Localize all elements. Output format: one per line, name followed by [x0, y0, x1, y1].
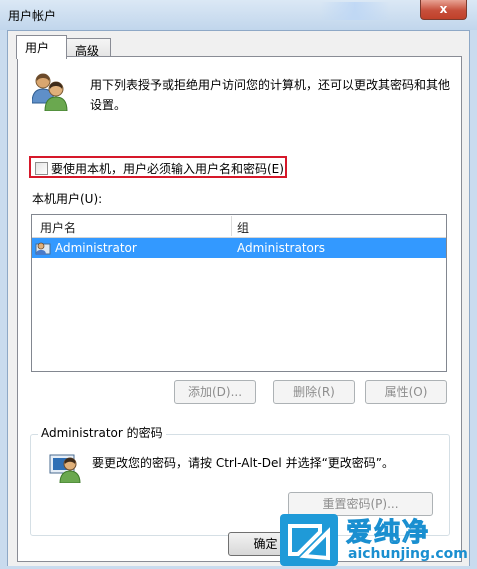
- user-icon: [35, 242, 51, 255]
- watermark-title: 爱纯净: [345, 518, 431, 549]
- window-title: 用户帐户: [8, 9, 57, 23]
- change-password-instructions: 要更改您的密码，请按 Ctrl-Alt-Del 并选择“更改密码”。: [92, 456, 395, 470]
- title-bar[interactable]: 用户帐户 x: [0, 0, 477, 30]
- description-line-1: 用下列表授予或拒绝用户访问您的计算机，还可以更改其密码和其他: [90, 78, 451, 92]
- local-users-list[interactable]: 用户名 组 Administrator Administrators: [31, 214, 447, 372]
- column-header-group[interactable]: 组: [237, 219, 249, 236]
- column-separator[interactable]: [231, 216, 232, 236]
- close-button[interactable]: x: [420, 0, 467, 20]
- tab-users-label: 用户: [25, 41, 50, 55]
- user-accounts-dialog: 用户 高级 用下列表授予或拒绝用户访问您的计算机，还可以更改其密码和其他 设置。…: [7, 30, 470, 566]
- list-header: 用户名 组: [32, 215, 446, 238]
- row-group: Administrators: [237, 241, 326, 255]
- title-bar-glow: [320, 2, 390, 20]
- description-text: 用下列表授予或拒绝用户访问您的计算机，还可以更改其密码和其他 设置。: [90, 75, 450, 115]
- table-row[interactable]: Administrator Administrators: [32, 238, 446, 258]
- users-tab-panel: 用下列表授予或拒绝用户访问您的计算机，还可以更改其密码和其他 设置。 要使用本机…: [17, 56, 462, 562]
- require-password-checkbox[interactable]: [35, 162, 48, 175]
- watermark-logo-glyph: [288, 524, 330, 561]
- require-password-label[interactable]: 要使用本机，用户必须输入用户名和密码(E): [51, 160, 284, 177]
- users-icon: [32, 73, 68, 111]
- close-icon: x: [439, 2, 448, 16]
- password-group-title: Administrator 的密码: [38, 424, 166, 441]
- user-password-icon: [49, 454, 81, 483]
- tab-users[interactable]: 用户: [16, 35, 67, 59]
- add-button[interactable]: 添加(D)...: [174, 380, 256, 404]
- column-header-username[interactable]: 用户名: [40, 219, 76, 236]
- require-password-highlight: 要使用本机，用户必须输入用户名和密码(E): [29, 156, 287, 178]
- local-users-label: 本机用户(U):: [32, 192, 103, 206]
- watermark-logo-icon: [280, 514, 338, 566]
- properties-button[interactable]: 属性(O): [365, 380, 447, 404]
- watermark-url: aichunjing.com: [348, 546, 468, 562]
- watermark: 爱纯净 aichunjing.com: [280, 508, 477, 566]
- row-username: Administrator: [55, 241, 137, 255]
- description-line-2: 设置。: [90, 98, 127, 112]
- remove-button[interactable]: 删除(R): [273, 380, 355, 404]
